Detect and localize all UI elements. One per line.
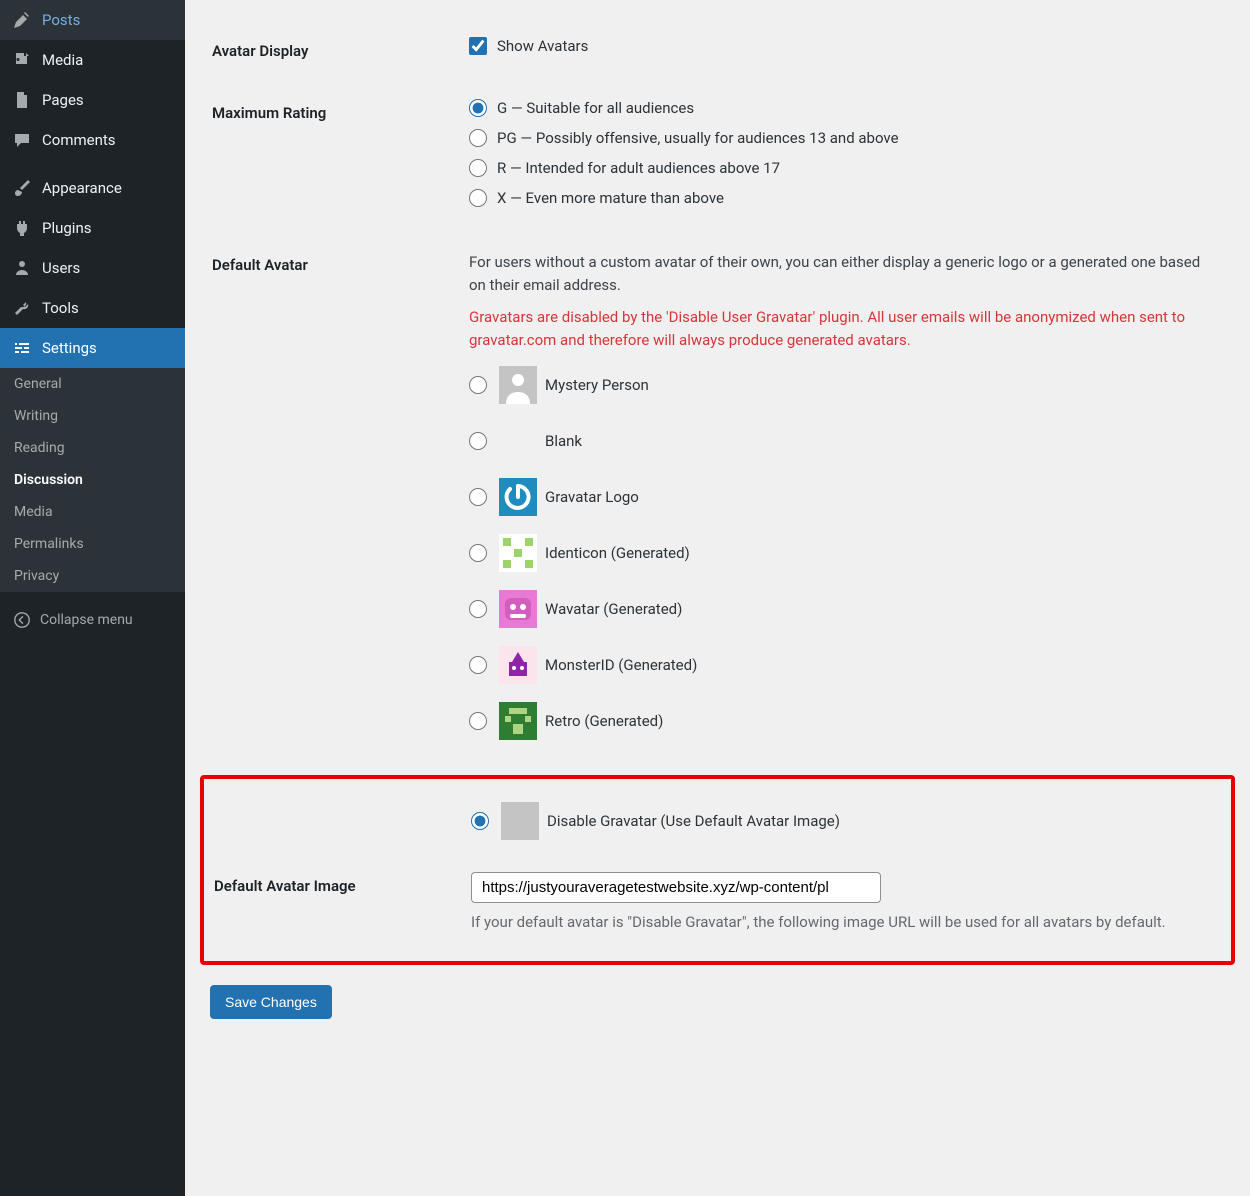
pin-icon (12, 10, 32, 30)
rating-x-label: X — Even more mature than above (497, 189, 724, 207)
disable-gravatar-icon (501, 802, 539, 840)
sidebar-item-users[interactable]: Users (0, 248, 185, 288)
default-avatar-image-help: If your default avatar is "Disable Grava… (471, 911, 1211, 934)
user-icon (12, 258, 32, 278)
show-avatars-label: Show Avatars (497, 37, 588, 55)
sidebar-item-label: Pages (42, 91, 84, 109)
avatar-blank-label: Blank (545, 432, 582, 450)
submenu-general[interactable]: General (0, 368, 185, 400)
rating-pg-label: PG — Possibly offensive, usually for aud… (497, 129, 899, 147)
sidebar-item-settings[interactable]: Settings (0, 328, 185, 368)
default-avatar-image-heading: Default Avatar Image (214, 857, 459, 949)
media-icon (12, 50, 32, 70)
collapse-icon (12, 610, 32, 630)
default-avatar-description: For users without a custom avatar of the… (469, 251, 1213, 298)
sidebar-item-label: Comments (42, 131, 116, 149)
avatar-monsterid-label: MonsterID (Generated) (545, 656, 697, 674)
brush-icon (12, 178, 32, 198)
collapse-menu[interactable]: Collapse menu (0, 600, 185, 640)
gravatar-disabled-warning: Gravatars are disabled by the 'Disable U… (469, 306, 1213, 353)
sidebar-item-comments[interactable]: Comments (0, 120, 185, 160)
avatar-gravatar-radio[interactable] (469, 488, 487, 506)
sidebar-item-label: Appearance (42, 179, 122, 197)
submenu-permalinks[interactable]: Permalinks (0, 528, 185, 560)
plug-icon (12, 218, 32, 238)
default-avatar-heading: Default Avatar (212, 236, 457, 773)
sidebar-item-posts[interactable]: Posts (0, 0, 185, 40)
sidebar-item-label: Plugins (42, 219, 91, 237)
monsterid-icon (499, 646, 537, 684)
avatar-mystery-label: Mystery Person (545, 376, 649, 394)
save-changes-button[interactable]: Save Changes (210, 985, 332, 1019)
sidebar-item-label: Posts (42, 11, 80, 29)
collapse-label: Collapse menu (40, 612, 133, 628)
avatar-wavatar-label: Wavatar (Generated) (545, 600, 682, 618)
sidebar-item-label: Users (42, 259, 80, 277)
rating-g-label: G — Suitable for all audiences (497, 99, 694, 117)
avatar-display-heading: Avatar Display (212, 22, 457, 82)
maximum-rating-heading: Maximum Rating (212, 84, 457, 234)
submenu-discussion[interactable]: Discussion (0, 464, 185, 496)
wrench-icon (12, 298, 32, 318)
avatar-gravatar-label: Gravatar Logo (545, 488, 639, 506)
avatar-identicon-radio[interactable] (469, 544, 487, 562)
wavatar-icon (499, 590, 537, 628)
submenu-reading[interactable]: Reading (0, 432, 185, 464)
submenu-privacy[interactable]: Privacy (0, 560, 185, 592)
rating-r-radio[interactable] (469, 159, 487, 177)
comment-icon (12, 130, 32, 150)
avatar-wavatar-radio[interactable] (469, 600, 487, 618)
avatar-identicon-label: Identicon (Generated) (545, 544, 690, 562)
blank-icon (499, 422, 537, 460)
sidebar-item-tools[interactable]: Tools (0, 288, 185, 328)
avatar-blank-radio[interactable] (469, 432, 487, 450)
default-avatar-image-input[interactable] (471, 872, 881, 903)
submenu-writing[interactable]: Writing (0, 400, 185, 432)
admin-sidebar: Posts Media Pages Comments Appearance Pl… (0, 0, 185, 1196)
page-icon (12, 90, 32, 110)
highlighted-section: Disable Gravatar (Use Default Avatar Ima… (200, 775, 1235, 965)
identicon-icon (499, 534, 537, 572)
sidebar-item-plugins[interactable]: Plugins (0, 208, 185, 248)
submenu-media[interactable]: Media (0, 496, 185, 528)
avatar-disable-gravatar-radio[interactable] (471, 812, 489, 830)
avatar-retro-label: Retro (Generated) (545, 712, 663, 730)
settings-submenu: General Writing Reading Discussion Media… (0, 368, 185, 592)
rating-r-label: R — Intended for adult audiences above 1… (497, 159, 780, 177)
settings-content: Avatar Display Show Avatars Maximum Rati… (185, 0, 1250, 1196)
avatar-monsterid-radio[interactable] (469, 656, 487, 674)
sidebar-item-pages[interactable]: Pages (0, 80, 185, 120)
show-avatars-checkbox[interactable] (469, 37, 487, 55)
retro-icon (499, 702, 537, 740)
rating-x-radio[interactable] (469, 189, 487, 207)
sidebar-item-appearance[interactable]: Appearance (0, 168, 185, 208)
sidebar-item-media[interactable]: Media (0, 40, 185, 80)
sliders-icon (12, 338, 32, 358)
avatar-disable-gravatar-label: Disable Gravatar (Use Default Avatar Ima… (547, 812, 840, 830)
rating-pg-radio[interactable] (469, 129, 487, 147)
mystery-person-icon (499, 366, 537, 404)
rating-g-radio[interactable] (469, 99, 487, 117)
avatar-retro-radio[interactable] (469, 712, 487, 730)
gravatar-logo-icon (499, 478, 537, 516)
sidebar-item-label: Media (42, 51, 83, 69)
avatar-mystery-radio[interactable] (469, 376, 487, 394)
sidebar-item-label: Settings (42, 339, 97, 357)
sidebar-item-label: Tools (42, 299, 79, 317)
